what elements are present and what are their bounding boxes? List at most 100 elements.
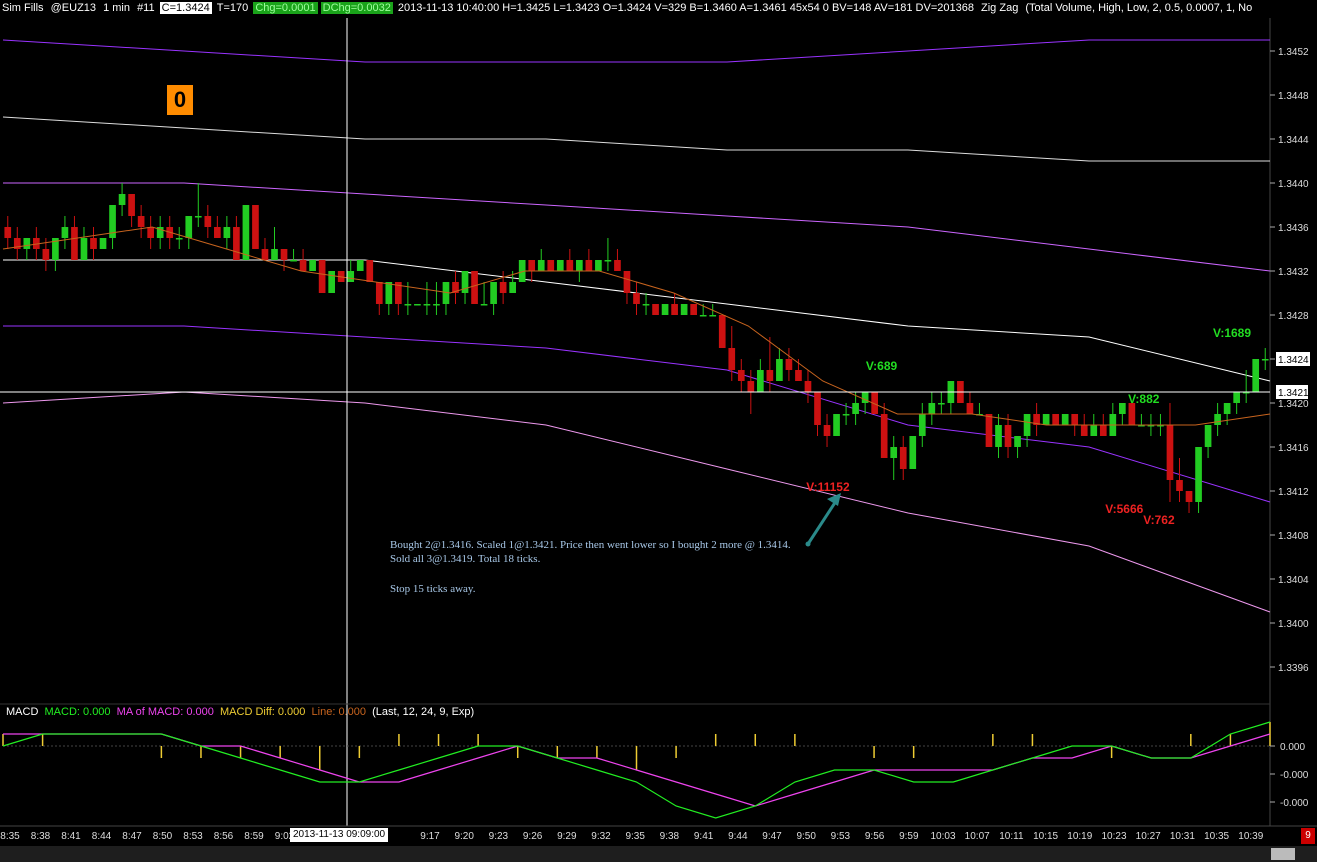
candle bbox=[175, 227, 183, 249]
price-tick-label: 1.3440 bbox=[1278, 179, 1309, 190]
candle bbox=[1214, 403, 1221, 436]
candle-body bbox=[23, 238, 31, 249]
candle bbox=[61, 216, 69, 249]
interval-label: 1 min bbox=[103, 2, 130, 14]
candle bbox=[537, 249, 545, 271]
candle bbox=[976, 403, 983, 416]
candle bbox=[395, 282, 402, 315]
candle-body bbox=[4, 227, 12, 238]
time-tick-label: 8:59 bbox=[244, 831, 264, 842]
candle bbox=[480, 282, 488, 306]
candle-body bbox=[385, 282, 393, 304]
macd-legend-diff: MACD Diff: 0.000 bbox=[220, 706, 306, 718]
candle bbox=[880, 403, 888, 458]
trade-note-stop: Stop 15 ticks away. bbox=[390, 583, 476, 595]
time-tick-label: 10:07 bbox=[965, 831, 990, 842]
candle bbox=[614, 249, 621, 271]
candle-body bbox=[490, 282, 497, 304]
candle-body bbox=[737, 370, 745, 381]
candle-body bbox=[61, 227, 69, 238]
candle bbox=[137, 205, 145, 238]
chart-header: Sim Fills @EUZ13 1 min #11 C=1.3424 T=17… bbox=[0, 0, 1317, 17]
candle-body bbox=[433, 304, 440, 306]
candle-body bbox=[966, 403, 974, 414]
candle bbox=[280, 249, 288, 271]
candle bbox=[661, 304, 669, 315]
candle bbox=[261, 238, 269, 260]
price-tick-label: 1.3416 bbox=[1278, 443, 1309, 454]
candle-body bbox=[623, 271, 631, 293]
candle bbox=[214, 216, 221, 238]
time-tick-label: 10:31 bbox=[1170, 831, 1195, 842]
horizontal-scrollbar[interactable] bbox=[0, 846, 1317, 862]
candle-body bbox=[118, 194, 126, 205]
candle bbox=[366, 260, 374, 282]
candle bbox=[271, 227, 278, 260]
candle bbox=[966, 392, 974, 414]
candle bbox=[223, 216, 231, 249]
zigzag-volume-label: V:762 bbox=[1143, 513, 1175, 527]
corner-badge[interactable]: 9 bbox=[1301, 828, 1315, 844]
candle-body bbox=[1214, 414, 1221, 425]
candle-body bbox=[890, 447, 898, 458]
candle-body bbox=[595, 260, 602, 271]
price-tick-label: 1.3396 bbox=[1278, 663, 1309, 674]
candle bbox=[499, 271, 507, 304]
macd-ma-line bbox=[3, 733, 1271, 807]
candle-body bbox=[690, 304, 697, 315]
candle bbox=[566, 249, 574, 271]
candle bbox=[318, 260, 326, 293]
candle-body bbox=[252, 205, 259, 249]
macd-legend: MACD MACD: 0.000 MA of MACD: 0.000 MACD … bbox=[6, 706, 474, 718]
candle bbox=[414, 304, 421, 306]
candle bbox=[109, 205, 116, 249]
macd-legend-ma: MA of MACD: 0.000 bbox=[116, 706, 214, 718]
tick-count: T=170 bbox=[216, 2, 249, 14]
candle bbox=[1014, 436, 1021, 458]
candle-body bbox=[757, 370, 764, 392]
candle bbox=[1033, 403, 1040, 436]
candle bbox=[1166, 403, 1174, 502]
candle-body bbox=[309, 260, 316, 271]
time-tick-label: 8:38 bbox=[31, 831, 51, 842]
candle-body bbox=[233, 227, 240, 260]
symbol-label: @EUZ13 bbox=[50, 2, 97, 14]
candle bbox=[1119, 403, 1126, 425]
annotation-arrow bbox=[806, 497, 840, 545]
candle bbox=[814, 392, 821, 436]
price-tick-label: 1.3432 bbox=[1278, 267, 1309, 278]
candle-body bbox=[1233, 392, 1240, 403]
candle bbox=[1223, 403, 1231, 425]
candle bbox=[938, 392, 945, 414]
annotation-arrow-tail bbox=[805, 541, 811, 547]
macd-tick-label: -0.000 bbox=[1280, 798, 1309, 809]
candle-body bbox=[804, 381, 812, 392]
candle-body bbox=[147, 227, 154, 238]
candle bbox=[252, 205, 259, 249]
candle bbox=[633, 282, 640, 315]
scrollbar-thumb[interactable] bbox=[1271, 848, 1295, 860]
candle bbox=[80, 227, 88, 260]
price-tick-label: 1.3400 bbox=[1278, 619, 1309, 630]
candle-body bbox=[861, 392, 869, 403]
candle-body bbox=[576, 260, 583, 271]
candle bbox=[995, 414, 1002, 458]
candle-body bbox=[366, 260, 374, 282]
candle bbox=[804, 370, 812, 403]
candle-body bbox=[1042, 414, 1050, 425]
candle bbox=[242, 205, 250, 260]
candle-body bbox=[1119, 403, 1126, 414]
candle bbox=[156, 216, 164, 249]
candle-body bbox=[1176, 480, 1183, 491]
time-tick-label: 8:56 bbox=[214, 831, 234, 842]
candle bbox=[299, 249, 307, 271]
candle-body bbox=[261, 249, 269, 260]
candle-body bbox=[938, 403, 945, 405]
price-tick-label: 1.3420 bbox=[1278, 399, 1309, 410]
candle-body bbox=[204, 216, 212, 227]
study-params: (Total Volume, High, Low, 2, 0.5, 0.0007… bbox=[1025, 2, 1253, 14]
candle-body bbox=[537, 260, 545, 271]
candle bbox=[595, 260, 602, 271]
chart-canvas[interactable]: 1.3452 1.3448 1.3444 1.3440 1.3436 1.3432 1.34… bbox=[0, 0, 1317, 862]
candle-body bbox=[1261, 359, 1269, 361]
